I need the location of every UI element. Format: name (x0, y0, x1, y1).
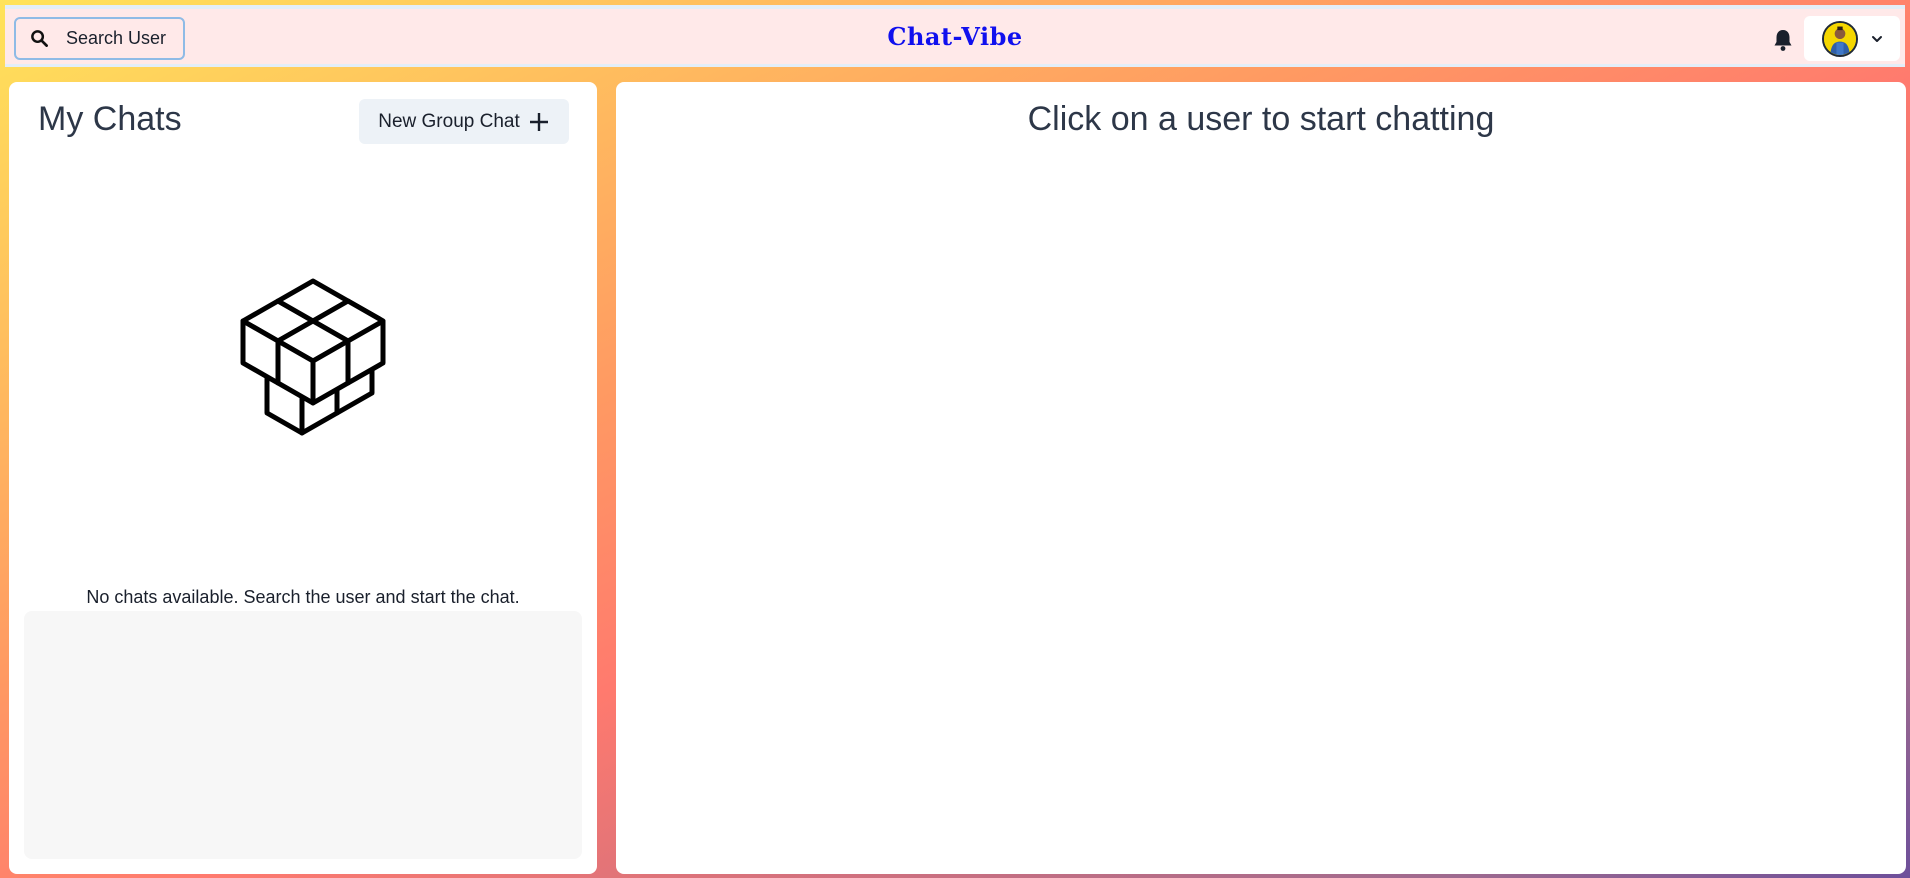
chat-list (24, 611, 582, 859)
bell-icon[interactable] (1772, 28, 1794, 52)
cubes-icon (240, 278, 386, 436)
chat-area: Click on a user to start chatting (616, 82, 1906, 874)
empty-chats-message: No chats available. Search the user and … (86, 587, 520, 607)
app-title: Chat-Vibe (887, 22, 1023, 51)
top-bar: Search User Chat-Vibe (5, 5, 1905, 67)
my-chats-title: My Chats (38, 100, 182, 138)
my-chats-panel: My Chats New Group Chat No chats availab… (9, 82, 597, 874)
new-group-chat-button[interactable]: New Group Chat (359, 99, 569, 144)
plus-icon (529, 112, 548, 131)
avatar (1822, 20, 1858, 57)
new-group-chat-label: New Group Chat (378, 110, 520, 132)
profile-menu-button[interactable] (1804, 16, 1900, 61)
chevron-down-icon (1872, 35, 1882, 42)
start-chat-prompt: Click on a user to start chatting (1027, 100, 1495, 138)
